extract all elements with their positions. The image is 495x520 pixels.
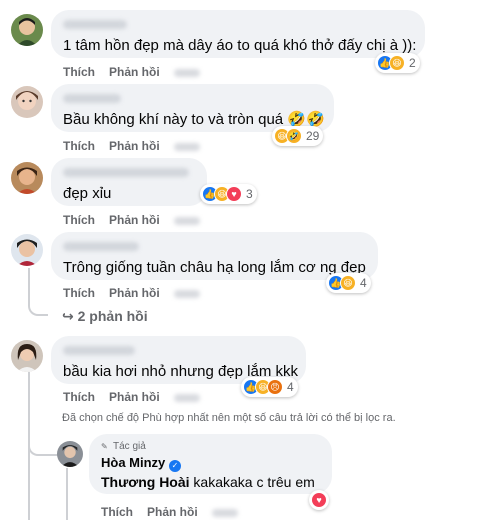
comment-author-name[interactable] [63,20,127,29]
comment-text: đẹp xỉu [63,185,112,202]
more-replies-label: 2 phản hồi [77,308,148,324]
like-button[interactable]: Thích [63,139,95,153]
mention-link[interactable]: Thương Hoài [101,474,190,490]
comment-bubble: Trông giống tuần châu hạ long lắm cơ ng … [51,232,378,280]
reply-arrow-icon: ↪ [62,308,74,324]
reply-button[interactable]: Phản hồi [109,213,160,227]
reply-author-row: Hòa Minzy ✓ [101,454,320,472]
like-button[interactable]: Thích [63,390,95,404]
avatar[interactable] [11,234,43,266]
reply-button[interactable]: Phản hồi [109,286,160,300]
reply-button[interactable]: Phản hồi [109,390,160,404]
reaction-count: 29 [306,129,320,143]
love-reaction-icon: ♥ [311,492,327,508]
reply-author-name[interactable]: Hòa Minzy [101,455,165,470]
reaction-summary[interactable]: ♥ [309,490,329,510]
reply-text-body: kakakaka c trêu em [189,473,315,490]
like-button[interactable]: Thích [63,213,95,227]
verified-badge-icon: ✓ [168,459,181,472]
haha-reaction-icon: 😆 [340,275,356,291]
author-badge-label: Tác giả [113,441,146,452]
reply-text: Thương Hoài kakakaka c trêu em [101,472,320,492]
reply-button[interactable]: Phản hồi [147,505,198,519]
reaction-count: 4 [360,276,367,290]
angry-reaction-icon: 😠 [267,379,283,395]
like-button[interactable]: Thích [101,505,133,519]
filter-notice: Đã chọn chế độ Phù hợp nhất nên một số c… [62,412,396,424]
comment-actions: Thích Phản hồi [63,213,214,227]
thread-line [28,420,58,456]
love-reaction-icon: ♥ [226,186,242,202]
like-button[interactable]: Thích [63,286,95,300]
timestamp[interactable] [173,216,200,225]
comment-bubble: 1 tâm hồn đẹp mà dây áo to quá khó thở đ… [51,10,425,58]
timestamp[interactable] [211,508,238,517]
avatar[interactable] [11,14,43,46]
comment-actions: Thích Phản hồi [63,65,214,79]
comment-actions: Thích Phản hồi [63,139,214,153]
author-badge-icon: ✎ [101,442,108,451]
reaction-summary[interactable]: 👍 😆 2 [375,53,420,73]
like-button[interactable]: Thích [63,65,95,79]
comment-author-name[interactable] [63,242,139,251]
haha-reaction-icon: 😆 [389,55,405,71]
comment-text: Trông giống tuần châu hạ long lắm cơ ng … [63,259,366,276]
timestamp[interactable] [173,142,200,151]
reply-actions: Thích Phản hồi [101,505,252,519]
comment-author-name[interactable] [63,94,121,103]
reply-button[interactable]: Phản hồi [109,139,160,153]
comment-actions: Thích Phản hồi [63,390,214,404]
comment-actions: Thích Phản hồi [63,286,214,300]
reaction-summary[interactable]: 👍 😆 4 [326,273,371,293]
haha-reaction-icon: 🤣 [286,128,302,144]
reply-bubble: ✎ Tác giả Hòa Minzy ✓ Thương Hoài kakakak… [89,434,332,494]
author-avatar[interactable] [57,441,83,467]
view-more-replies-link[interactable]: ↪ 2 phản hồi [62,308,148,325]
reply-button[interactable]: Phản hồi [109,65,160,79]
timestamp[interactable] [173,393,200,402]
comment-bubble: Bầu không khí này to và tròn quá 🤣🤣 [51,84,334,132]
comment-author-name[interactable] [63,346,135,355]
avatar[interactable] [11,162,43,194]
comment-text: 1 tâm hồn đẹp mà dây áo to quá khó thở đ… [63,37,417,54]
reaction-summary[interactable]: 😆 🤣 29 [272,126,324,146]
thread-line [28,268,48,316]
comment-author-name[interactable] [63,168,189,177]
avatar[interactable] [11,86,43,118]
thread-line [66,468,68,520]
timestamp[interactable] [173,289,200,298]
reaction-count: 3 [246,187,253,201]
avatar[interactable] [11,340,43,372]
comment-bubble: đẹp xỉu [51,158,207,206]
reaction-count: 2 [409,56,416,70]
reaction-summary[interactable]: 👍 😆 ♥ 3 [200,184,257,204]
author-badge: ✎ Tác giả [101,440,320,454]
timestamp[interactable] [173,68,200,77]
reaction-summary[interactable]: 👍 😆 😠 4 [241,377,298,397]
reaction-count: 4 [287,380,294,394]
